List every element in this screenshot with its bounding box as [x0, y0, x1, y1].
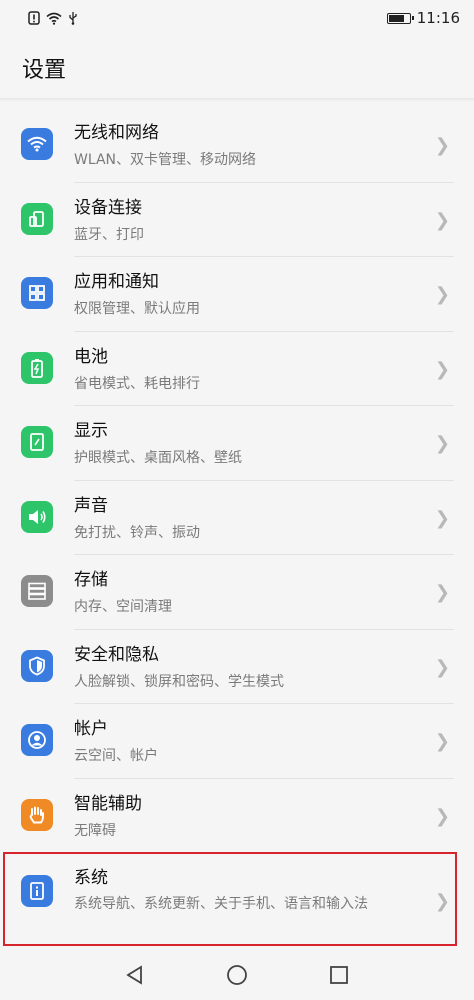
settings-item-title: 智能辅助	[74, 793, 142, 814]
chevron-right-icon: ❯	[434, 433, 450, 454]
chevron-right-icon: ❯	[434, 358, 450, 380]
chevron-right-icon: ❯	[434, 135, 450, 156]
settings-item-battery[interactable]: 电池 省电模式、耗电排行 ❯	[0, 332, 474, 406]
settings-item-subtitle: 无障碍	[74, 822, 116, 839]
status-time: 11:16	[416, 9, 460, 27]
page-header: 设置	[0, 36, 474, 100]
alert-icon	[28, 11, 40, 25]
settings-item-accessibility[interactable]: 智能辅助 无障碍 ❯	[0, 779, 474, 853]
settings-item-security[interactable]: 安全和隐私 人脸解锁、锁屏和密码、学生模式 ❯	[0, 630, 474, 704]
settings-item-title: 安全和隐私	[74, 644, 159, 665]
settings-item-title: 存储	[74, 570, 108, 590]
shield-icon	[21, 649, 53, 682]
highlight-box	[3, 852, 457, 946]
settings-item-wlan[interactable]: 无线和网络 WLAN、双卡管理、移动网络 ❯	[0, 108, 474, 183]
settings-item-title: 无线和网络	[74, 123, 159, 143]
usb-icon	[69, 12, 77, 25]
apps-grid-icon	[21, 277, 53, 309]
storage-icon	[21, 575, 53, 607]
status-bar: 11:16	[0, 0, 474, 36]
settings-item-title: 声音	[74, 495, 108, 516]
account-icon	[21, 724, 53, 756]
sound-icon	[21, 500, 53, 533]
settings-item-subtitle: 内存、空间清理	[74, 599, 172, 615]
chevron-right-icon: ❯	[434, 284, 450, 305]
settings-item-apps[interactable]: 应用和通知 权限管理、默认应用 ❯	[0, 257, 474, 332]
settings-item-subtitle: 云空间、帐户	[74, 748, 158, 764]
settings-item-display[interactable]: 显示 护眼模式、桌面风格、壁纸 ❯	[0, 406, 474, 481]
settings-item-subtitle: 护眼模式、桌面风格、壁纸	[74, 450, 242, 466]
device-connect-icon	[21, 202, 53, 235]
settings-item-subtitle: 蓝牙、打印	[74, 226, 144, 243]
settings-item-subtitle: WLAN、双卡管理、移动网络	[74, 152, 257, 168]
settings-item-subtitle: 省电模式、耗电排行	[74, 375, 200, 392]
chevron-right-icon: ❯	[434, 582, 450, 603]
settings-item-title: 显示	[74, 421, 108, 441]
hand-icon	[21, 798, 53, 831]
page-title: 设置	[22, 58, 67, 83]
settings-item-account[interactable]: 帐户 云空间、帐户 ❯	[0, 704, 474, 779]
settings-item-device[interactable]: 设备连接 蓝牙、打印 ❯	[0, 183, 474, 257]
back-icon[interactable]	[123, 963, 147, 987]
header-divider	[0, 98, 474, 102]
settings-item-subtitle: 人脸解锁、锁屏和密码、学生模式	[74, 673, 284, 690]
chevron-right-icon: ❯	[434, 507, 450, 529]
navigation-bar	[0, 950, 474, 1000]
wifi-icon	[46, 12, 62, 25]
settings-item-title: 电池	[74, 346, 108, 367]
wifi-icon	[21, 128, 53, 160]
chevron-right-icon: ❯	[434, 731, 450, 752]
recents-icon[interactable]	[327, 963, 351, 987]
settings-item-title: 设备连接	[74, 197, 142, 218]
display-icon	[21, 426, 53, 458]
settings-item-subtitle: 权限管理、默认应用	[74, 301, 200, 317]
chevron-right-icon: ❯	[434, 209, 450, 231]
settings-list: 无线和网络 WLAN、双卡管理、移动网络 ❯ 设备连接 蓝牙、打印 ❯ 应用和通…	[0, 108, 474, 951]
settings-item-sound[interactable]: 声音 免打扰、铃声、振动 ❯	[0, 481, 474, 555]
home-icon[interactable]	[225, 963, 249, 987]
status-right: 11:16	[386, 9, 460, 27]
settings-item-subtitle: 免打扰、铃声、振动	[74, 524, 200, 541]
settings-item-storage[interactable]: 存储 内存、空间清理 ❯	[0, 555, 474, 630]
settings-item-title: 应用和通知	[74, 272, 159, 292]
status-left	[28, 11, 78, 25]
chevron-right-icon: ❯	[434, 656, 450, 678]
chevron-right-icon: ❯	[434, 805, 450, 827]
settings-item-title: 帐户	[74, 719, 108, 739]
battery-status-icon	[386, 12, 414, 24]
battery-icon	[21, 351, 53, 384]
